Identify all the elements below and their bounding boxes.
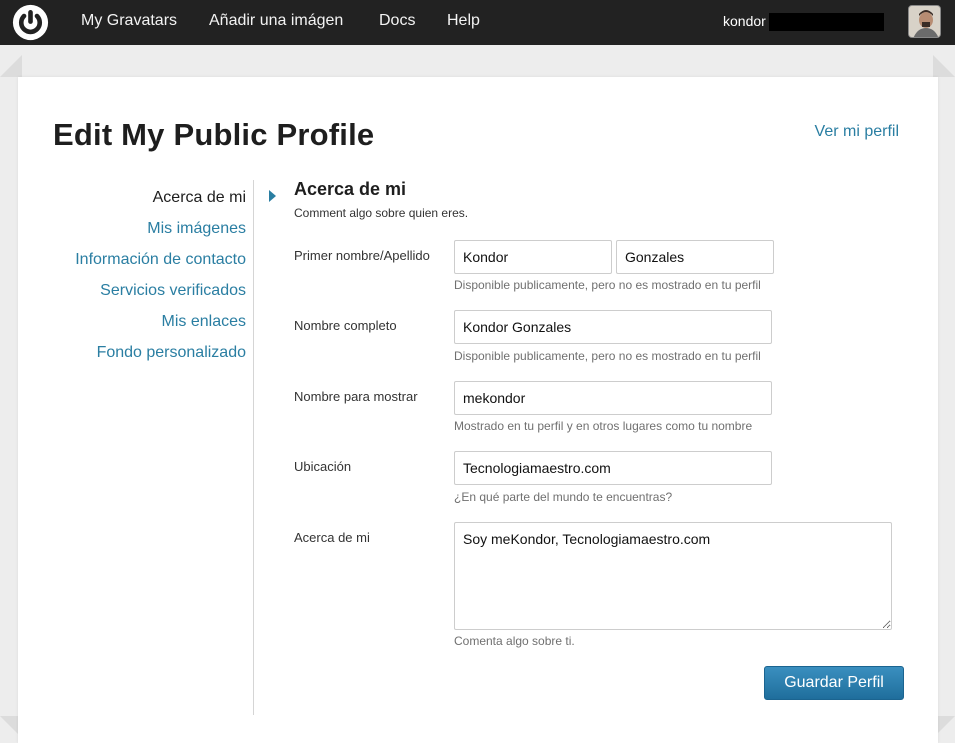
view-profile-link[interactable]: Ver mi perfil [815, 123, 899, 141]
full-name-label: Nombre completo [294, 318, 397, 333]
sidebar-divider [253, 180, 254, 715]
full-name-hint: Disponible publicamente, pero no es most… [454, 349, 761, 363]
save-profile-button[interactable]: Guardar Perfil [764, 666, 904, 700]
active-section-arrow-icon [269, 190, 276, 202]
top-navigation-bar: My Gravatars Añadir una imágen Docs Help… [0, 0, 955, 45]
about-label: Acerca de mi [294, 530, 370, 545]
display-name-hint: Mostrado en tu perfil y en otros lugares… [454, 419, 753, 433]
sidebar-item-my-links[interactable]: Mis enlaces [60, 309, 246, 334]
sidebar-item-custom-background[interactable]: Fondo personalizado [60, 340, 246, 365]
about-hint: Comenta algo sobre ti. [454, 634, 575, 648]
card-corner-fold [0, 55, 22, 77]
location-label: Ubicación [294, 459, 352, 474]
first-last-name-hint: Disponible publicamente, pero no es most… [454, 278, 761, 292]
display-name-input[interactable] [454, 381, 772, 415]
section-title: Acerca de mi [294, 179, 407, 199]
profile-sidebar: Acerca de mi Mis imágenes Información de… [60, 185, 246, 371]
nav-docs[interactable]: Docs [379, 12, 415, 30]
sidebar-item-about[interactable]: Acerca de mi [60, 185, 246, 210]
about-textarea[interactable]: Soy meKondor, Tecnologiamaestro.com [454, 522, 892, 630]
first-name-input[interactable] [454, 240, 612, 274]
nav-add-image[interactable]: Añadir una imágen [209, 12, 343, 30]
username[interactable]: kondor [723, 13, 766, 29]
avatar-image-icon [909, 6, 940, 37]
page-title: Edit My Public Profile [53, 117, 375, 152]
user-avatar[interactable] [908, 5, 941, 38]
full-name-input[interactable] [454, 310, 772, 344]
display-name-label: Nombre para mostrar [294, 389, 418, 404]
nav-my-gravatars[interactable]: My Gravatars [81, 12, 177, 30]
redacted-username [769, 13, 884, 31]
last-name-input[interactable] [616, 240, 774, 274]
sidebar-item-my-images[interactable]: Mis imágenes [60, 216, 246, 241]
card-corner-fold [933, 55, 955, 77]
location-hint: ¿En qué parte del mundo te encuentras? [454, 490, 673, 504]
sidebar-item-contact-info[interactable]: Información de contacto [60, 247, 246, 272]
nav-help[interactable]: Help [447, 12, 480, 30]
section-subtitle: Comment algo sobre quien eres. [294, 206, 469, 220]
location-input[interactable] [454, 451, 772, 485]
first-last-name-label: Primer nombre/Apellido [294, 248, 430, 263]
sidebar-item-verified-services[interactable]: Servicios verificados [60, 278, 246, 303]
gravatar-logo-icon[interactable] [12, 4, 49, 41]
